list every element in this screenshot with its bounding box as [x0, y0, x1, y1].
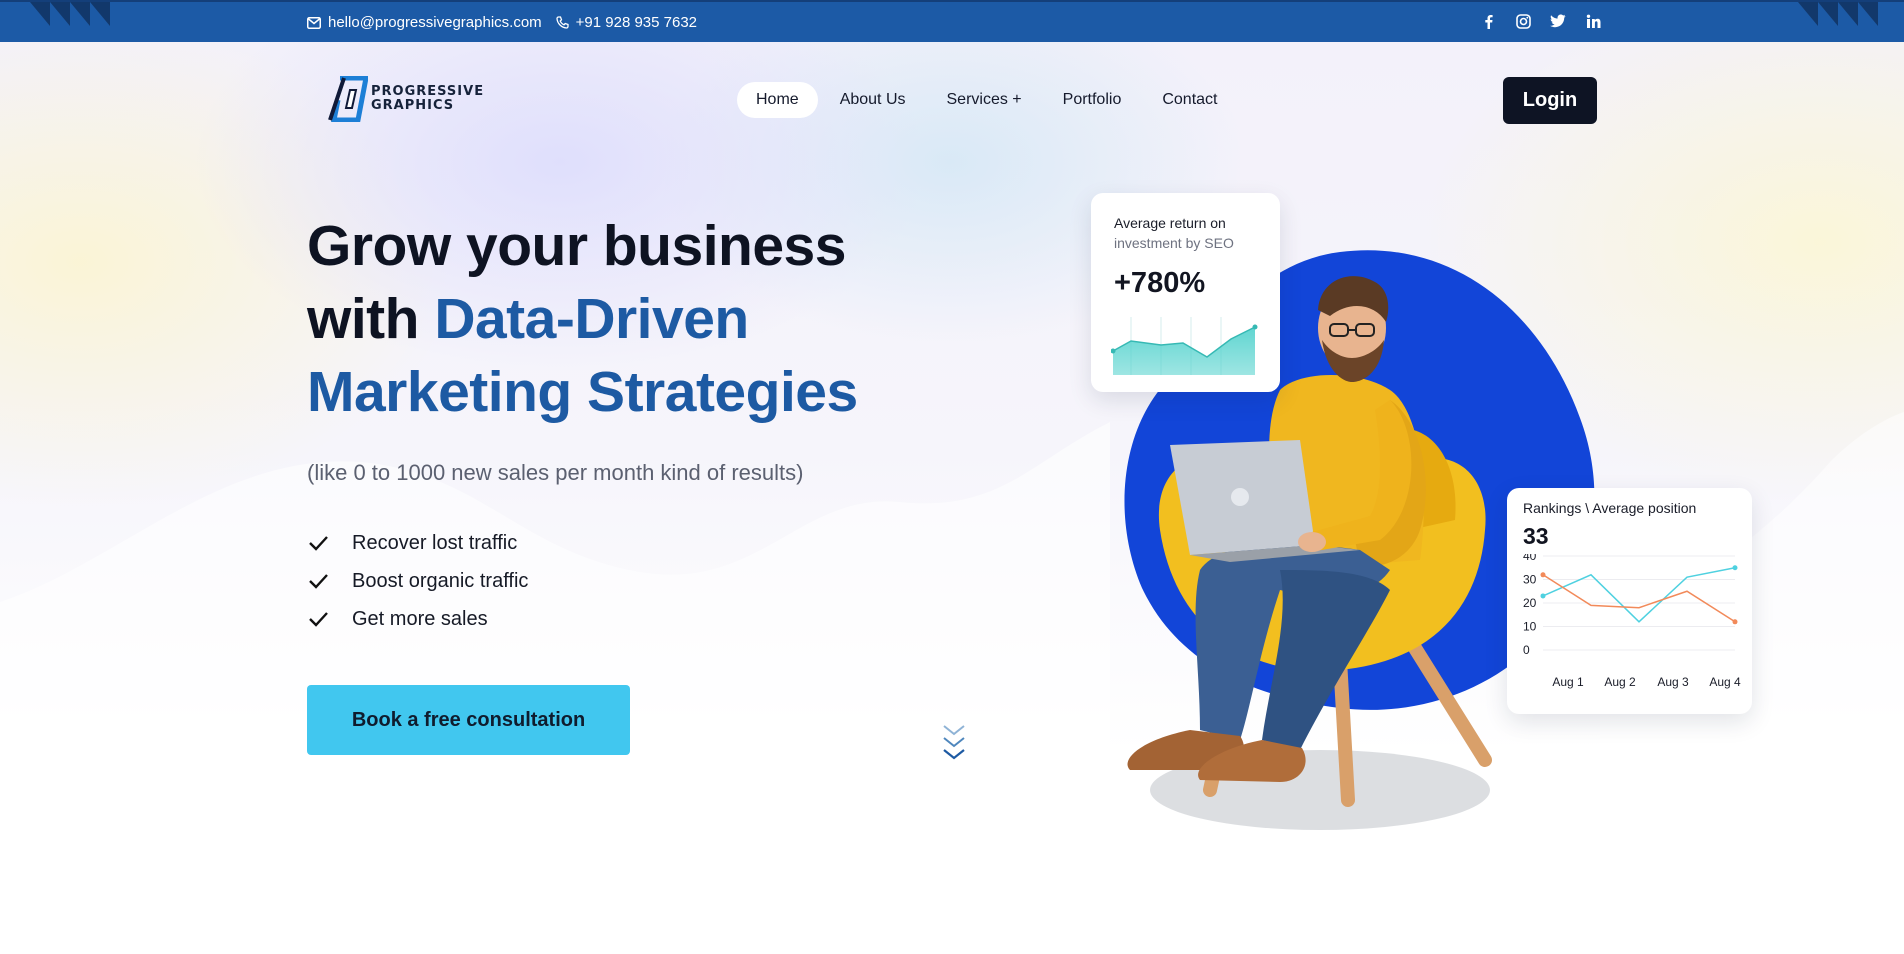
y-tick-label: 20 — [1523, 596, 1537, 610]
triangle-pattern-decoration — [1798, 2, 1878, 26]
nav-contact[interactable]: Contact — [1143, 82, 1236, 118]
logo-text-line2: GRAPHICS — [371, 98, 455, 113]
nav-home[interactable]: Home — [737, 82, 818, 118]
phone-link[interactable]: +91 928 935 7632 — [556, 14, 697, 31]
x-tick-label: Aug 4 — [1709, 675, 1741, 689]
mail-icon — [307, 16, 321, 29]
x-tick-label: Aug 2 — [1604, 675, 1636, 689]
check-icon — [309, 536, 328, 551]
contact-info: hello@progressivegraphics.com +91 928 93… — [307, 14, 697, 31]
logo-wordmark: PROGRESSIVE GRAPHICS — [371, 85, 484, 113]
y-tick-label: 40 — [1523, 554, 1537, 563]
social-links — [1480, 13, 1601, 29]
roi-label-line1: Average return on — [1114, 215, 1226, 231]
rankings-title: Rankings \ Average position — [1523, 500, 1697, 516]
login-button[interactable]: Login — [1503, 77, 1597, 124]
headline-accent-2: Marketing Strategies — [307, 360, 858, 424]
phone-icon — [556, 16, 569, 29]
top-bar: hello@progressivegraphics.com +91 928 93… — [0, 0, 1904, 42]
y-tick-label: 30 — [1523, 573, 1537, 587]
series-line-2 — [1542, 574, 1736, 623]
rankings-card: Rankings \ Average position 33 40 30 20 10 0… — [1507, 488, 1752, 714]
linkedin-icon[interactable] — [1585, 13, 1601, 29]
rankings-value: 33 — [1523, 523, 1549, 549]
hero-subline: (like 0 to 1000 new sales per month kind… — [307, 460, 804, 485]
scroll-down-chevrons-icon[interactable] — [940, 722, 968, 766]
benefit-item: Recover lost traffic — [307, 524, 528, 562]
series-line-1 — [1542, 567, 1736, 623]
nav-services[interactable]: Services + — [928, 82, 1041, 118]
hero-headline: Grow your business with Data-Driven Mark… — [307, 210, 947, 429]
benefit-text: Recover lost traffic — [352, 531, 518, 554]
email-text: hello@progressivegraphics.com — [328, 14, 542, 31]
benefit-text: Get more sales — [352, 607, 488, 630]
roi-label-line2: investment by SEO — [1114, 235, 1234, 251]
logo-text-line1: PROGRESSIVE — [371, 84, 485, 99]
facebook-icon[interactable] — [1480, 13, 1496, 29]
logo-mark-icon — [328, 76, 368, 122]
roi-value: +780% — [1114, 267, 1206, 299]
series-point — [1732, 619, 1738, 625]
headline-accent-1: Data-Driven — [434, 287, 749, 351]
logo[interactable]: PROGRESSIVE GRAPHICS — [328, 76, 484, 122]
x-tick-label: Aug 1 — [1552, 675, 1584, 689]
benefit-text: Boost organic traffic — [352, 569, 529, 592]
main-nav: Home About Us Services + Portfolio Conta… — [737, 82, 1239, 118]
triangle-pattern-decoration — [30, 2, 110, 26]
roi-stat-card: Average return on investment by SEO +780… — [1091, 193, 1280, 392]
benefit-list: Recover lost traffic Boost organic traff… — [307, 524, 528, 638]
y-tick-label: 10 — [1523, 620, 1537, 634]
instagram-icon[interactable] — [1515, 13, 1531, 29]
roi-sparkline-chart — [1111, 317, 1258, 375]
headline-with: with — [307, 287, 435, 351]
rankings-line-chart: 40 30 20 10 0 Aug 1 Aug 2 Aug 3 Aug 4 — [1523, 554, 1741, 689]
nav-portfolio[interactable]: Portfolio — [1044, 82, 1141, 118]
check-icon — [309, 574, 328, 589]
email-link[interactable]: hello@progressivegraphics.com — [307, 14, 542, 31]
nav-about-us[interactable]: About Us — [821, 82, 925, 118]
series-point — [1732, 565, 1738, 571]
benefit-item: Boost organic traffic — [307, 562, 528, 600]
twitter-icon[interactable] — [1550, 13, 1566, 29]
check-icon — [309, 612, 328, 627]
x-tick-label: Aug 3 — [1657, 675, 1689, 689]
phone-text: +91 928 935 7632 — [575, 14, 698, 31]
y-tick-label: 0 — [1523, 643, 1530, 657]
book-consultation-button[interactable]: Book a free consultation — [307, 685, 630, 755]
benefit-item: Get more sales — [307, 600, 528, 638]
series-point — [1540, 593, 1546, 599]
series-point — [1540, 572, 1546, 578]
headline-line1: Grow your business — [307, 214, 846, 278]
